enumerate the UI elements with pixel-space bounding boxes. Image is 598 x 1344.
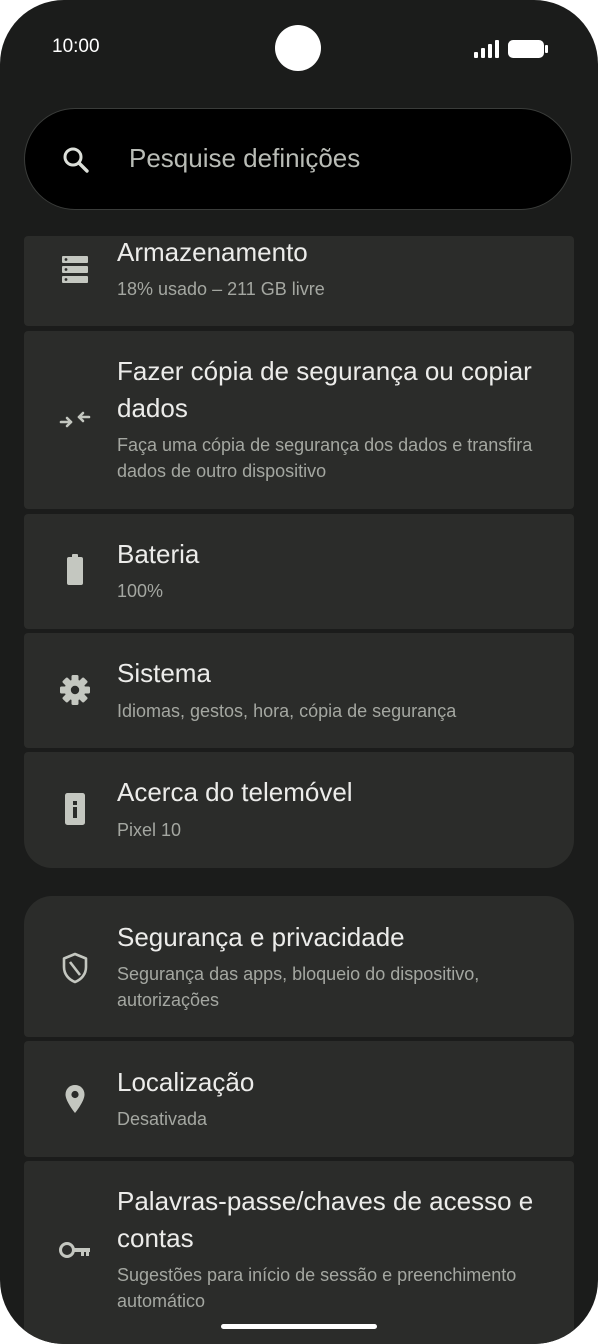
status-time: 10:00 — [52, 36, 100, 57]
battery-status-icon — [508, 40, 548, 58]
gear-icon — [58, 673, 92, 707]
storage-icon — [58, 252, 92, 286]
settings-item-title: Segurança e privacidade — [117, 922, 405, 952]
settings-item-battery[interactable]: Bateria 100% — [24, 514, 574, 629]
home-indicator[interactable] — [221, 1324, 377, 1329]
settings-item-passwords-accounts[interactable]: Palavras-passe/chaves de acesso e contas… — [24, 1161, 574, 1344]
settings-item-title: Fazer cópia de segurança ou copiar dados — [117, 356, 532, 423]
search-icon — [61, 145, 91, 175]
settings-item-title: Bateria — [117, 539, 200, 569]
status-icons — [472, 38, 552, 60]
settings-item-title: Acerca do telemóvel — [117, 777, 353, 807]
settings-item-system[interactable]: Sistema Idiomas, gestos, hora, cópia de … — [24, 633, 574, 748]
shield-icon — [58, 951, 92, 985]
battery-icon — [58, 553, 92, 587]
settings-item-subtitle: Sugestões para início de sessão e preenc… — [117, 1265, 517, 1311]
search-bar[interactable]: Pesquise definições — [24, 108, 572, 210]
settings-item-backup[interactable]: Fazer cópia de segurança ou copiar dados… — [24, 331, 574, 509]
settings-item-subtitle: Pixel 10 — [117, 820, 182, 840]
settings-item-storage[interactable]: Armazenamento 18% usado – 211 GB livre — [24, 236, 574, 326]
phone-info-icon — [58, 792, 92, 826]
settings-item-location[interactable]: Localização Desativada — [24, 1041, 574, 1157]
settings-item-subtitle: Segurança das apps, bloqueio do disposit… — [117, 964, 480, 1010]
status-bar: 10:00 — [0, 0, 598, 96]
settings-item-subtitle: Desativada — [117, 1109, 208, 1129]
settings-item-subtitle: 100% — [117, 581, 164, 601]
settings-item-subtitle: 18% usado – 211 GB livre — [117, 279, 325, 299]
settings-item-title: Sistema — [117, 658, 211, 688]
settings-item-title: Palavras-passe/chaves de acesso e contas — [117, 1186, 534, 1253]
settings-item-title: Armazenamento — [117, 237, 308, 267]
backup-transfer-icon — [58, 403, 92, 437]
signal-icon — [474, 40, 499, 58]
key-icon — [58, 1233, 92, 1267]
settings-item-title: Localização — [117, 1067, 255, 1097]
settings-item-subtitle: Faça uma cópia de segurança dos dados e … — [117, 435, 533, 481]
settings-item-subtitle: Idiomas, gestos, hora, cópia de seguranç… — [117, 701, 457, 721]
phone-screen: 10:00 Pesquise definições Armazenamento … — [0, 0, 598, 1344]
camera-cutout — [275, 25, 321, 71]
search-placeholder: Pesquise definições — [129, 143, 361, 173]
settings-item-security-privacy[interactable]: Segurança e privacidade Segurança das ap… — [24, 896, 574, 1037]
location-pin-icon — [58, 1082, 92, 1116]
settings-item-about-phone[interactable]: Acerca do telemóvel Pixel 10 — [24, 752, 574, 868]
